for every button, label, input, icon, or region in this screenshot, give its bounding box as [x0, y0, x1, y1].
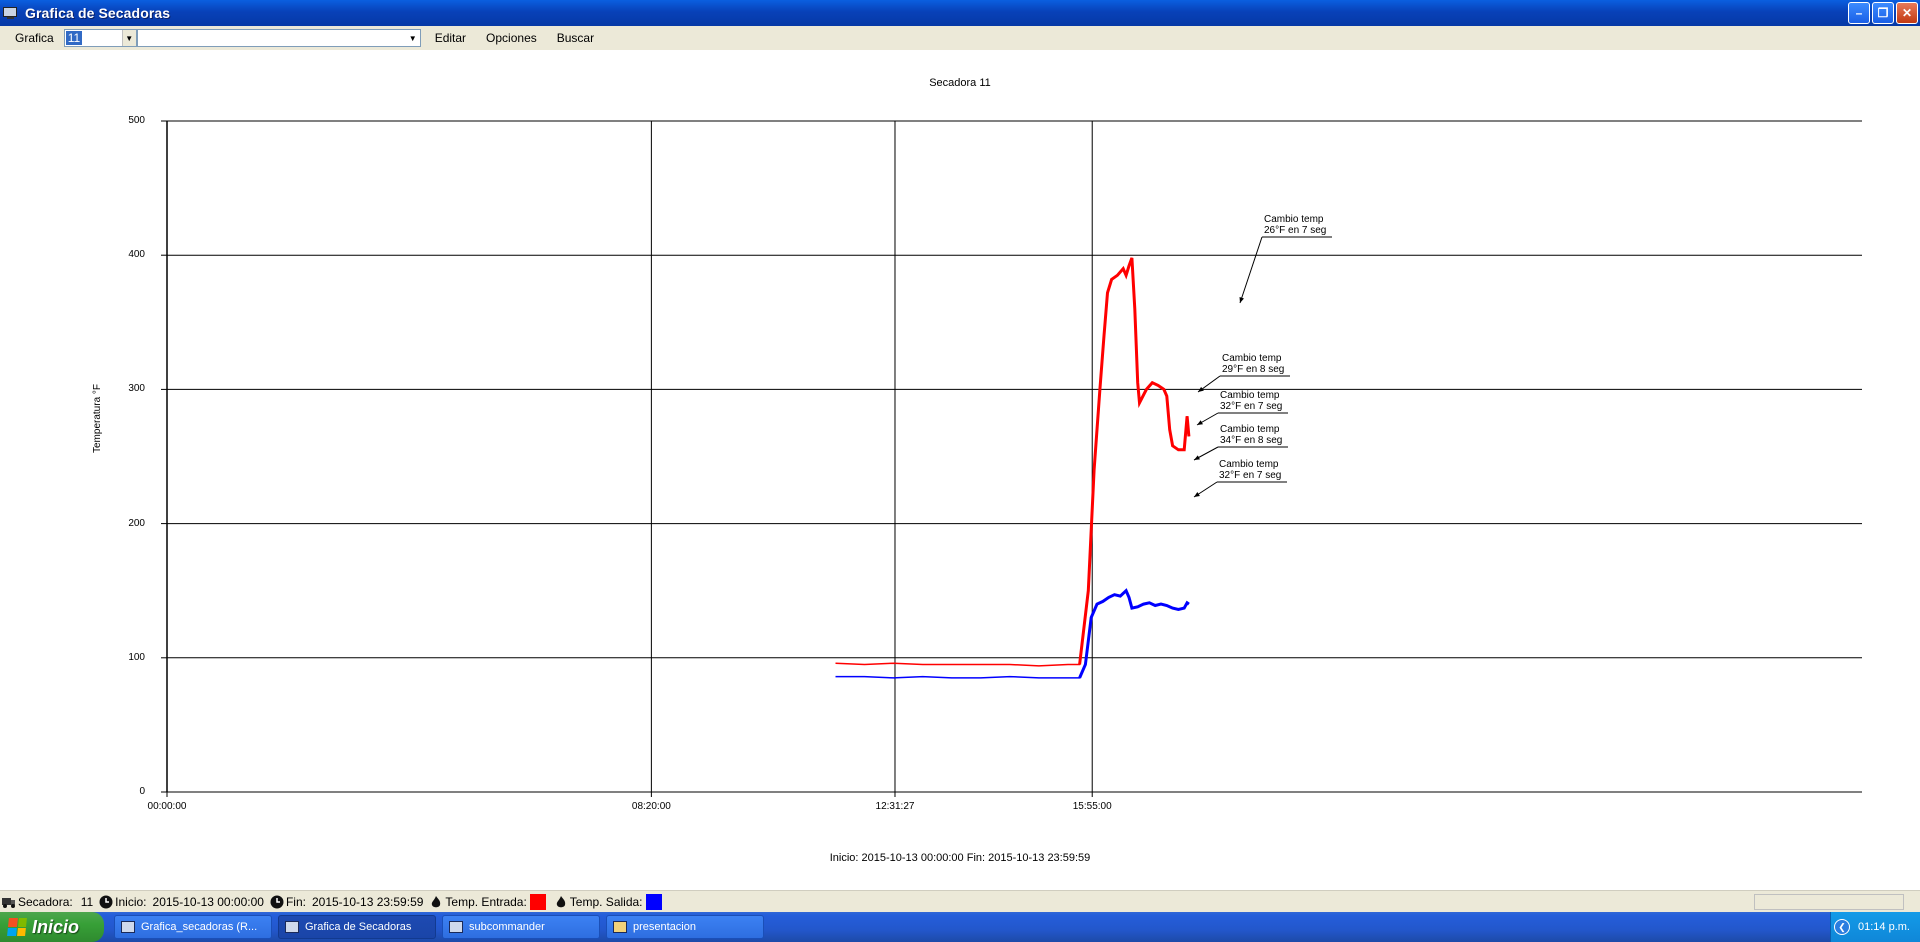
chevron-down-icon[interactable]: ▼ — [405, 30, 420, 46]
status-inicio: Inicio: 2015-10-13 00:00:00 — [97, 895, 264, 909]
salida-color-swatch — [645, 893, 662, 910]
close-button[interactable]: ✕ — [1896, 2, 1918, 24]
status-secadora: Secadora: 11 — [0, 895, 93, 909]
annotation-line2: 26°F en 7 seg — [1264, 225, 1327, 236]
menu-grafica[interactable]: Grafica — [0, 31, 64, 45]
annotation-cambio-temp: Cambio temp 32°F en 7 seg — [1219, 459, 1281, 481]
menu-buscar[interactable]: Buscar — [547, 31, 604, 45]
clock-icon — [270, 895, 284, 908]
status-fin: Fin: 2015-10-13 23:59:59 — [268, 895, 423, 909]
task-subcommander[interactable]: subcommander — [442, 915, 600, 939]
y-tick-label: 400 — [128, 249, 145, 261]
restore-button[interactable]: ❐ — [1872, 2, 1894, 24]
menu-editar[interactable]: Editar — [421, 31, 476, 45]
chart-date-range: Inicio: 2015-10-13 00:00:00 Fin: 2015-10… — [829, 852, 1091, 864]
chart-area: Secadora 11 Temperatura °F 0 100 200 300 400… — [0, 50, 1920, 895]
entrada-label: Temp. Entrada: — [445, 894, 527, 909]
menu-opciones[interactable]: Opciones — [476, 31, 547, 45]
inicio-value: 2015-10-13 00:00:00 — [152, 894, 264, 909]
annotation-line2: 32°F en 7 seg — [1220, 401, 1283, 412]
annotation-line2: 29°F en 8 seg — [1222, 364, 1285, 375]
secadora-select-value: 11 — [65, 31, 83, 45]
task-presentacion[interactable]: presentacion — [606, 915, 764, 939]
task-grafica-de-secadoras[interactable]: Grafica de Secadoras — [278, 915, 436, 939]
folder-icon — [613, 921, 627, 933]
clock: 01:14 p.m. — [1858, 921, 1910, 933]
taskbar: Inicio Grafica_secadoras (R... Grafica d… — [0, 912, 1920, 942]
subcommander-icon — [449, 921, 463, 933]
secadora-label: Secadora: — [18, 894, 73, 909]
chart-plot — [161, 120, 1862, 797]
annotation-line1: Cambio temp — [1264, 214, 1324, 225]
annotation-line1: Cambio temp — [1220, 390, 1280, 401]
secadora-select[interactable]: 11 ▼ — [63, 29, 137, 47]
annotation-cambio-temp: Cambio temp 29°F en 8 seg — [1222, 353, 1284, 375]
y-tick-label: 100 — [128, 651, 145, 663]
annotation-cambio-temp: Cambio temp 32°F en 7 seg — [1220, 390, 1282, 412]
inicio-label: Inicio: — [115, 894, 147, 909]
status-bar: Secadora: 11 Inicio: 2015-10-13 00:00:00… — [0, 890, 1920, 912]
task-grafica-secadoras-r[interactable]: Grafica_secadoras (R... — [114, 915, 272, 939]
title-bar: Grafica de Secadoras – ❐ ✕ — [0, 0, 1920, 26]
flame-icon — [556, 895, 565, 907]
x-tick-label: 00:00:00 — [147, 801, 187, 812]
annotation-line2: 32°F en 7 seg — [1219, 470, 1282, 481]
menu-bar: Grafica 11 ▼ ▼ Editar Opciones Buscar — [0, 26, 1920, 50]
annotation-arrowhead — [1194, 492, 1200, 497]
fin-label: Fin: — [285, 894, 306, 909]
status-salida: Temp. Salida: — [552, 893, 664, 910]
chevron-left-icon[interactable]: ❮ — [1834, 919, 1851, 935]
annotation-leader — [1239, 236, 1263, 304]
task-label: subcommander — [469, 921, 545, 933]
monitor-icon — [285, 921, 299, 933]
windows-logo-icon — [7, 918, 27, 936]
start-label: Inicio — [32, 916, 80, 937]
clock-icon — [99, 895, 113, 908]
x-tick-label: 15:55:00 — [1072, 801, 1112, 812]
annotation-line2: 34°F en 8 seg — [1220, 435, 1283, 446]
truck-icon — [2, 897, 15, 908]
series-line-bold — [1078, 588, 1190, 679]
window-icon — [121, 921, 135, 933]
annotation-cambio-temp: Cambio temp 34°F en 8 seg — [1220, 424, 1282, 446]
window-controls: – ❐ ✕ — [1848, 2, 1918, 24]
system-tray: ❮ 01:14 p.m. — [1830, 912, 1920, 942]
x-tick-label: 08:20:00 — [631, 801, 671, 812]
annotation-line1: Cambio temp — [1219, 459, 1279, 470]
y-tick-label: 200 — [128, 517, 145, 529]
secondary-select[interactable]: ▼ — [136, 29, 421, 47]
annotation-line1: Cambio temp — [1222, 353, 1282, 364]
y-tick-label: 300 — [128, 383, 145, 395]
start-button[interactable]: Inicio — [0, 912, 104, 942]
app-icon — [3, 6, 19, 20]
annotation-cambio-temp: Cambio temp 26°F en 7 seg — [1264, 214, 1326, 236]
salida-label: Temp. Salida: — [569, 894, 643, 909]
status-entrada: Temp. Entrada: — [427, 893, 547, 910]
annotation-line1: Cambio temp — [1220, 424, 1280, 435]
secadora-value: 11 — [80, 894, 94, 909]
x-tick-label: 12:31:27 — [875, 801, 915, 812]
status-panel — [1754, 894, 1904, 910]
minimize-button[interactable]: – — [1848, 2, 1870, 24]
y-tick-label: 0 — [139, 786, 145, 797]
task-label: Grafica_secadoras (R... — [141, 921, 258, 933]
window-title: Grafica de Secadoras — [25, 5, 171, 21]
fin-value: 2015-10-13 23:59:59 — [311, 894, 424, 909]
annotation-arrowhead — [1239, 297, 1244, 303]
task-label: Grafica de Secadoras — [305, 921, 412, 933]
entrada-color-swatch — [529, 893, 546, 910]
y-tick-label: 500 — [128, 115, 145, 126]
chevron-down-icon[interactable]: ▼ — [121, 30, 136, 46]
flame-icon — [432, 895, 441, 907]
task-label: presentacion — [633, 921, 696, 933]
